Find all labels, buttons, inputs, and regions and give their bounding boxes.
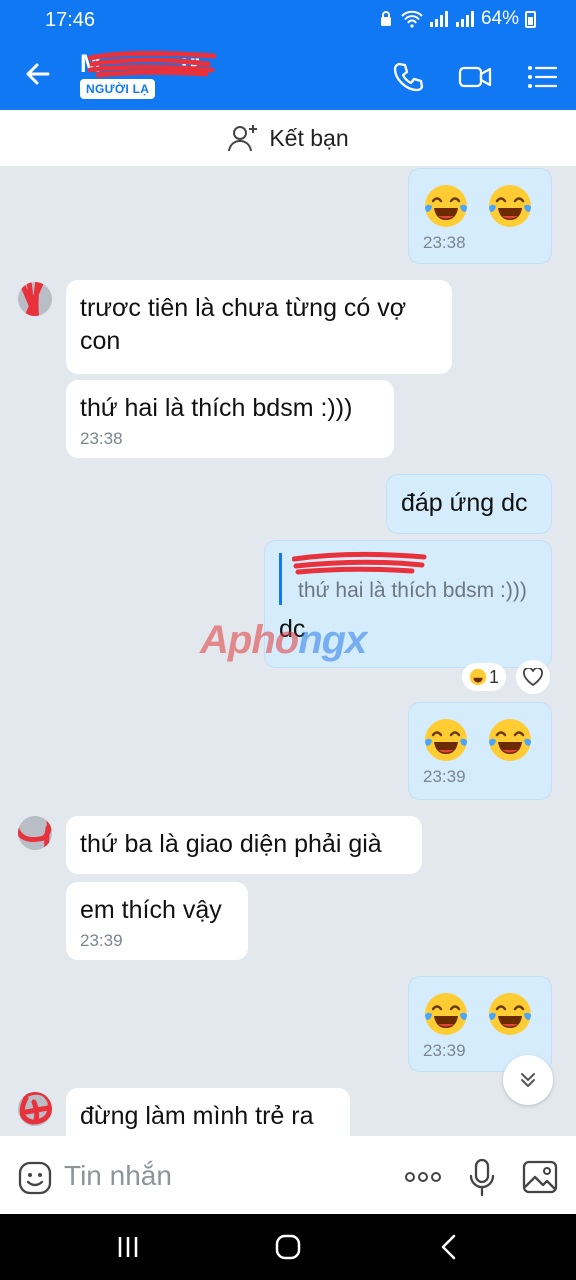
message-text: em thích vậy	[80, 896, 222, 924]
message-text: thứ hai là thích bdsm :)))	[80, 394, 353, 422]
status-bar: 17:46 64%	[0, 0, 576, 42]
phone-icon[interactable]	[391, 60, 425, 94]
laughing-emoji-icon	[489, 993, 531, 1035]
image-icon[interactable]	[522, 1160, 558, 1194]
message-text: thứ ba là giao diện phải già	[80, 830, 382, 858]
status-time: 17:46	[45, 9, 96, 31]
more-icon[interactable]	[403, 1162, 443, 1192]
reaction-badge[interactable]: 1	[462, 663, 506, 691]
message-incoming[interactable]: thứ ba là giao diện phải già	[66, 816, 422, 874]
message-incoming[interactable]: thứ hai là thích bdsm :))) 23:38	[66, 380, 394, 458]
quoted-message[interactable]: thứ hai là thích bdsm :)))	[279, 551, 537, 605]
laughing-emoji-icon	[425, 719, 467, 761]
avatar-redaction-scribble	[19, 1092, 52, 1125]
laughing-emoji-icon	[469, 668, 487, 686]
wifi-icon	[401, 10, 423, 28]
chevron-down-icon	[521, 1073, 535, 1087]
chat-header: Mư NGƯỜI LẠ	[0, 42, 576, 110]
message-text: trươc tiên là chưa từng có vợ con	[80, 294, 407, 355]
message-outgoing-emoji[interactable]: 23:39	[408, 702, 552, 800]
message-input[interactable]	[64, 1158, 364, 1194]
message-incoming[interactable]: đừng làm mình trẻ ra	[66, 1088, 350, 1136]
reaction-count: 1	[488, 666, 499, 687]
laughing-emoji-icon	[425, 993, 467, 1035]
back-nav-icon[interactable]	[434, 1232, 464, 1262]
laughing-emoji-icon	[425, 185, 467, 227]
emoji-row	[409, 977, 551, 1037]
quoted-text: thứ hai là thích bdsm :)))	[298, 579, 527, 602]
message-time: 23:39	[80, 931, 123, 950]
message-input-bar	[0, 1136, 576, 1214]
watermark: Aphongx	[200, 618, 367, 662]
avatar-redaction-scribble	[18, 282, 45, 316]
chat-area[interactable]: 23:38 trươc tiên là chưa từng có vợ con …	[0, 166, 576, 1136]
message-time: 23:38	[423, 233, 466, 252]
heart-icon	[523, 668, 543, 686]
menu-icon[interactable]	[525, 60, 559, 94]
home-icon[interactable]	[273, 1232, 303, 1262]
laughing-emoji-icon	[489, 185, 531, 227]
sticker-icon[interactable]	[17, 1160, 53, 1196]
message-incoming[interactable]: em thích vậy 23:39	[66, 882, 248, 960]
message-time: 23:39	[423, 767, 466, 786]
scroll-to-bottom-button[interactable]	[503, 1055, 553, 1105]
message-incoming[interactable]: trươc tiên là chưa từng có vợ con	[66, 280, 452, 374]
recent-apps-icon[interactable]	[113, 1232, 143, 1262]
avatar[interactable]	[18, 282, 52, 316]
react-button[interactable]	[516, 660, 550, 694]
back-arrow-icon[interactable]	[20, 56, 56, 92]
message-outgoing-emoji[interactable]: 23:38	[408, 168, 552, 264]
alarm-icon	[380, 11, 391, 26]
sender-redaction-scribble	[292, 551, 427, 575]
add-friend-bar[interactable]: Kết bạn	[0, 110, 576, 166]
signal-icon	[429, 11, 448, 27]
avatar[interactable]	[18, 1092, 52, 1126]
video-call-icon[interactable]	[458, 60, 492, 94]
stranger-badge: NGƯỜI LẠ	[80, 79, 156, 99]
add-friend-icon	[228, 125, 258, 152]
laughing-emoji-icon	[489, 719, 531, 761]
avatar[interactable]	[18, 816, 52, 850]
battery-percent: 64%	[480, 8, 519, 29]
name-redaction-scribble	[88, 50, 216, 78]
battery-icon	[525, 10, 536, 28]
signal-icon-2	[455, 11, 474, 27]
message-text: đáp ứng dc	[401, 489, 528, 517]
add-friend-label: Kết bạn	[269, 124, 349, 151]
system-nav-bar	[0, 1214, 576, 1280]
quoted-sender	[292, 551, 537, 577]
microphone-icon[interactable]	[466, 1158, 498, 1198]
message-outgoing[interactable]: đáp ứng dc	[386, 474, 552, 534]
emoji-row	[409, 169, 551, 229]
avatar-redaction-scribble	[18, 816, 52, 850]
emoji-row	[409, 703, 551, 763]
message-time: 23:38	[80, 429, 123, 448]
message-text: đừng làm mình trẻ ra	[80, 1102, 314, 1130]
status-icons: 64%	[377, 8, 536, 30]
